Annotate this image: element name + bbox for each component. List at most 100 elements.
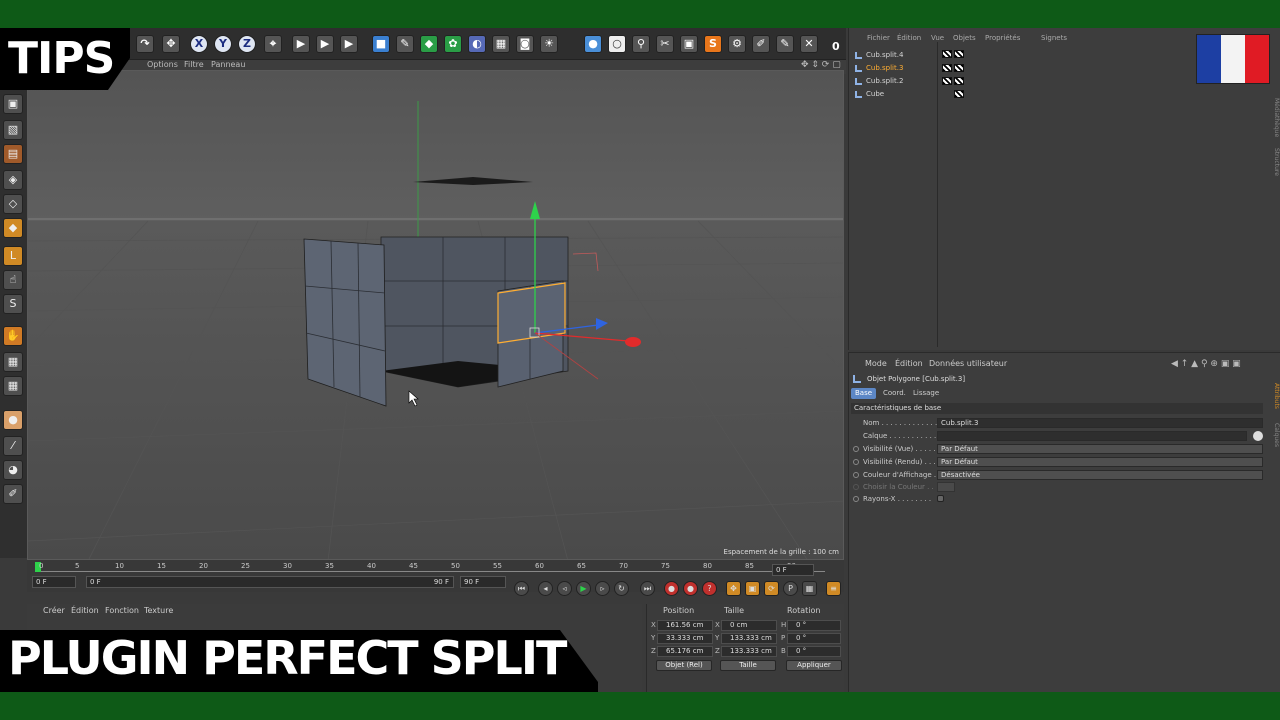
timeline-range-slider[interactable]: 0 F 90 F	[86, 576, 454, 588]
soft-selection-icon[interactable]: ✋	[3, 326, 23, 346]
view-nav-icons[interactable]: ✥ ⇕ ⟳ ▢	[801, 60, 841, 70]
texture-mode-icon[interactable]: ▤	[3, 144, 23, 164]
move-tool-icon[interactable]: ✥	[162, 35, 180, 53]
am-menu-user-data[interactable]: Données utilisateur	[929, 359, 1007, 368]
animate-dot-icon[interactable]	[853, 472, 859, 478]
rotation-p-field[interactable]: P 0 °	[781, 633, 841, 644]
knife-icon[interactable]: ✂	[656, 35, 674, 53]
layout-icon[interactable]: ✕	[800, 35, 818, 53]
obj-menu-signets[interactable]: Signets	[1041, 34, 1067, 42]
gizmo-x-handle[interactable]	[625, 337, 641, 347]
side-tab-calques[interactable]: Calques	[1273, 423, 1280, 447]
make-editable-icon[interactable]: ▣	[3, 94, 23, 114]
coordinate-system-icon[interactable]: ⌖	[264, 35, 282, 53]
menu-texture[interactable]: Texture	[144, 606, 173, 615]
menu-panneau[interactable]: Panneau	[211, 60, 245, 69]
model-mode-icon[interactable]: ▧	[3, 120, 23, 140]
floor-icon[interactable]: ▦	[492, 35, 510, 53]
size-x-field[interactable]: X 0 cm	[715, 620, 777, 631]
vis-vue-select[interactable]: Par Défaut	[937, 444, 1263, 454]
timeline-layout-icon[interactable]: ≡	[826, 581, 841, 596]
extrude-icon[interactable]: ▣	[680, 35, 698, 53]
key-rotation-icon[interactable]: ⟳	[764, 581, 779, 596]
next-frame-icon[interactable]: ▹	[595, 581, 610, 596]
play-icon[interactable]: ▶	[576, 581, 591, 596]
rayons-x-checkbox[interactable]	[937, 495, 944, 502]
prev-frame-icon[interactable]: ◃	[557, 581, 572, 596]
snap-icon[interactable]: S	[704, 35, 722, 53]
workplane-align-icon[interactable]: ▦	[3, 376, 23, 396]
workplane-icon[interactable]: ⚙	[728, 35, 746, 53]
coord-mode-select[interactable]: Objet (Rel)	[656, 660, 712, 671]
key-position-icon[interactable]: ✥	[726, 581, 741, 596]
tab-base[interactable]: Base	[851, 388, 877, 399]
side-tab-mediatheque[interactable]: Médiathèque	[1273, 98, 1280, 137]
obj-menu-objets[interactable]: Objets	[953, 34, 976, 42]
tweak-icon[interactable]: ☝	[3, 270, 23, 290]
obj-menu-vue[interactable]: Vue	[931, 34, 944, 42]
array-icon[interactable]: ✿	[444, 35, 462, 53]
end-frame-field[interactable]: 90 F	[460, 576, 506, 588]
redo-icon[interactable]: ↷	[136, 35, 154, 53]
deformer-icon[interactable]: ◐	[468, 35, 486, 53]
axis-y-button[interactable]: Y	[214, 35, 232, 53]
menu-options[interactable]: Options	[147, 60, 178, 69]
magnet-icon[interactable]: ⚲	[632, 35, 650, 53]
calque-picker-icon[interactable]	[1253, 431, 1263, 441]
key-parameter-icon[interactable]: P	[783, 581, 798, 596]
menu-edition[interactable]: Édition	[71, 606, 99, 615]
selected-split-piece[interactable]	[497, 282, 566, 344]
key-pla-icon[interactable]: ▦	[802, 581, 817, 596]
spline-tool-icon[interactable]: ⁄	[3, 436, 23, 456]
calque-field[interactable]	[937, 431, 1247, 441]
phong-tag-icon[interactable]	[954, 90, 964, 98]
keyframe-selection-icon[interactable]: ?	[702, 581, 717, 596]
3d-viewport[interactable]: Espacement de la grille : 100 cm	[27, 70, 844, 560]
animate-dot-icon[interactable]	[853, 446, 859, 452]
light-icon[interactable]: ☀	[540, 35, 558, 53]
current-frame-field[interactable]: 0 F	[772, 564, 814, 576]
go-to-end-icon[interactable]: ⏭	[640, 581, 655, 596]
obj-menu-fichier[interactable]: Fichier	[867, 34, 890, 42]
snap-toggle-icon[interactable]: S	[3, 294, 23, 314]
spline-pen-icon[interactable]: ✎	[396, 35, 414, 53]
nom-input[interactable]: Cub.split.3	[937, 418, 1263, 428]
paint-icon[interactable]: ✎	[776, 35, 794, 53]
menu-fonction[interactable]: Fonction	[105, 606, 139, 615]
phong-tag-icon[interactable]	[954, 64, 964, 72]
record-icon[interactable]: ●	[664, 581, 679, 596]
am-nav-icons[interactable]: ◀ ↑ ▲ ⚲ ⊕ ▣ ▣	[1171, 359, 1241, 369]
position-x-field[interactable]: X 161.56 cm	[651, 620, 713, 631]
sculpt-icon[interactable]: ●	[3, 410, 23, 430]
polygons-mode-icon[interactable]: ◆	[3, 218, 23, 238]
prev-key-icon[interactable]: ◂	[538, 581, 553, 596]
subdivision-icon[interactable]: ◆	[420, 35, 438, 53]
side-tab-structure[interactable]: Structure	[1273, 148, 1280, 176]
size-y-field[interactable]: Y 133.333 cm	[715, 633, 777, 644]
couleur-select[interactable]: Désactivée	[937, 470, 1263, 480]
object-row-cube[interactable]: Cube	[855, 88, 935, 100]
menu-creer[interactable]: Créer	[43, 606, 65, 615]
size-z-field[interactable]: Z 133.333 cm	[715, 646, 777, 657]
render-view-icon[interactable]: ▶	[292, 35, 310, 53]
phong-tag-icon[interactable]	[954, 50, 964, 58]
paint-brush-icon[interactable]: ✐	[3, 484, 23, 504]
phong-tag-icon[interactable]	[942, 77, 952, 85]
tab-lissage[interactable]: Lissage	[909, 388, 943, 399]
axis-mode-icon[interactable]: L	[3, 246, 23, 266]
phong-tag-icon[interactable]	[942, 64, 952, 72]
cube-primitive-icon[interactable]: ■	[372, 35, 390, 53]
side-tab-attributs[interactable]: Attributs	[1273, 383, 1280, 409]
tab-coord[interactable]: Coord.	[879, 388, 910, 399]
position-z-field[interactable]: Z 65.176 cm	[651, 646, 713, 657]
phong-tag-icon[interactable]	[954, 77, 964, 85]
am-menu-edition[interactable]: Édition	[895, 359, 923, 368]
phong-tag-icon[interactable]	[942, 50, 952, 58]
object-row-cub-split-3[interactable]: Cub.split.3	[855, 62, 935, 74]
vis-rendu-select[interactable]: Par Défaut	[937, 457, 1263, 467]
obj-menu-proprietes[interactable]: Propriétés	[985, 34, 1020, 42]
animate-dot-icon[interactable]	[853, 459, 859, 465]
loop-icon[interactable]: ↻	[614, 581, 629, 596]
menu-filtre[interactable]: Filtre	[184, 60, 204, 69]
points-mode-icon[interactable]: ◈	[3, 170, 23, 190]
